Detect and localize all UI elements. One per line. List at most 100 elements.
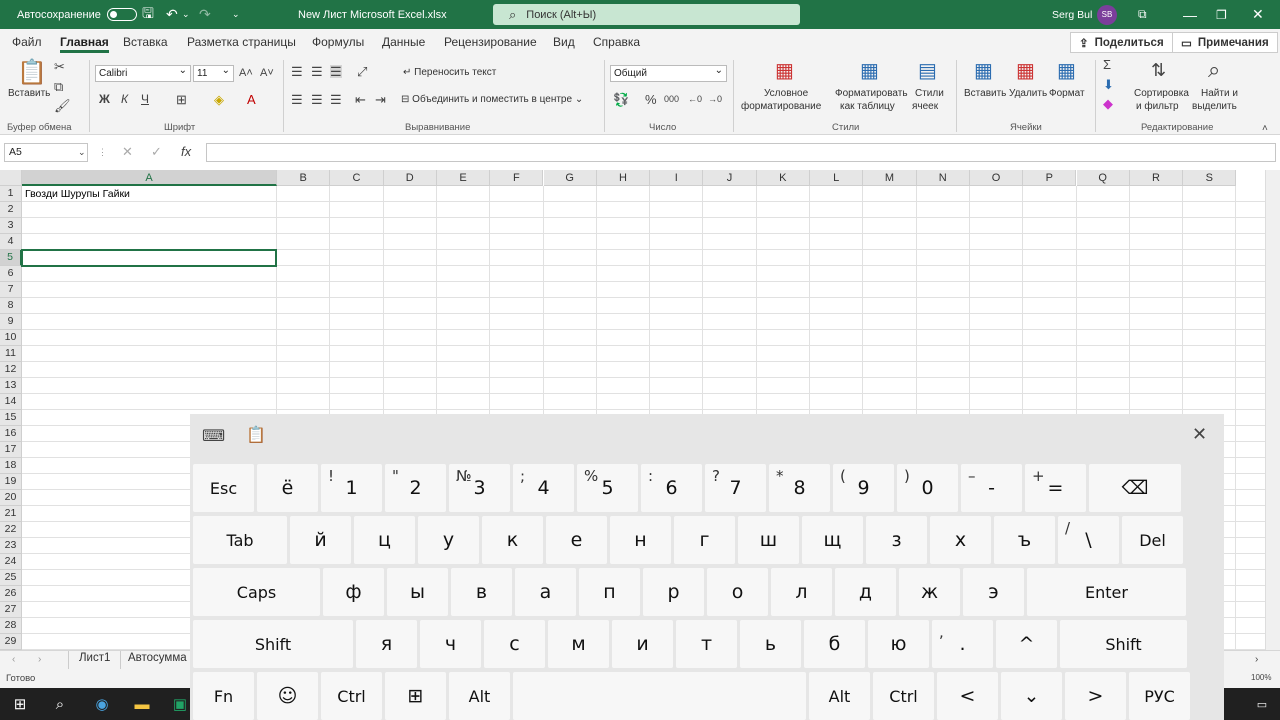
key-alt[interactable]: Alt xyxy=(449,672,510,720)
increase-decimal-icon[interactable]: ←0 xyxy=(688,93,702,106)
row-header-1[interactable]: 1 xyxy=(0,186,22,202)
cell-a1[interactable]: Гвозди Шурупы Гайки xyxy=(25,188,130,200)
key-char[interactable]: ? 7 xyxy=(705,464,766,512)
key-char[interactable]: ж xyxy=(899,568,960,616)
key-char[interactable]: ы xyxy=(387,568,448,616)
column-header-d[interactable]: D xyxy=(383,170,437,186)
name-box-dropdown-icon[interactable]: ⌄ xyxy=(78,146,86,159)
copy-icon[interactable]: ⧉ xyxy=(54,80,63,93)
ribbon-display-icon[interactable]: ⧉ xyxy=(1138,0,1147,29)
browser-icon[interactable]: ◉ xyxy=(86,692,118,716)
row-header-11[interactable]: 11 xyxy=(0,346,22,362)
key-char[interactable]: – - xyxy=(961,464,1022,512)
key-char[interactable]: р xyxy=(643,568,704,616)
minimize-icon[interactable]: — xyxy=(1183,0,1197,29)
find-select-label-2[interactable]: выделить xyxy=(1192,101,1237,112)
column-header-c[interactable]: C xyxy=(330,170,384,186)
insert-cells-icon[interactable]: ▦ xyxy=(974,61,993,81)
bold-button[interactable]: Ж xyxy=(99,93,110,106)
find-select-label-1[interactable]: Найти и xyxy=(1201,88,1238,99)
key-char[interactable]: ш xyxy=(738,516,799,564)
key-char[interactable]: + = xyxy=(1025,464,1086,512)
conditional-formatting-icon[interactable]: ▦ xyxy=(775,61,794,81)
number-format-select[interactable]: Общий xyxy=(610,63,727,82)
row-header-3[interactable]: 3 xyxy=(0,218,22,234)
key-char[interactable]: :6 xyxy=(641,464,702,512)
tab-insert[interactable]: Вставка xyxy=(123,29,168,55)
key-char[interactable]: % 5 xyxy=(577,464,638,512)
column-header-o[interactable]: O xyxy=(969,170,1024,186)
sort-filter-label-1[interactable]: Сортировка xyxy=(1134,88,1189,99)
row-header-13[interactable]: 13 xyxy=(0,378,22,394)
row-header-25[interactable]: 25 xyxy=(0,570,22,586)
merge-center-button[interactable]: ⊟ Объединить и поместить в центре ⌄ xyxy=(401,94,583,105)
cell-styles-label-2[interactable]: ячеек xyxy=(912,101,938,112)
fill-icon[interactable]: ⬇ xyxy=(1103,78,1114,91)
windows-start-icon[interactable]: ⊞ xyxy=(4,692,36,716)
column-header-f[interactable]: F xyxy=(490,170,544,186)
row-header-5[interactable]: 5 xyxy=(0,250,22,266)
key-char[interactable]: № 3 xyxy=(449,464,510,512)
key-char[interactable]: н xyxy=(610,516,671,564)
key-char[interactable]: ; 4 xyxy=(513,464,574,512)
key-char[interactable]: ! 1 xyxy=(321,464,382,512)
key-char[interactable]: ⌄ xyxy=(1001,672,1062,720)
column-header-e[interactable]: E xyxy=(436,170,491,186)
row-header-9[interactable]: 9 xyxy=(0,314,22,330)
insert-function-icon[interactable]: fx xyxy=(181,145,191,158)
align-right-icon[interactable]: ☰ xyxy=(330,93,342,106)
key-char[interactable]: в xyxy=(451,568,512,616)
row-header-21[interactable]: 21 xyxy=(0,506,22,522)
tab-page-layout[interactable]: Разметка страницы xyxy=(187,29,296,55)
key-tab[interactable]: Tab xyxy=(193,516,287,564)
tab-formulas[interactable]: Формулы xyxy=(312,29,364,55)
tab-view[interactable]: Вид xyxy=(553,29,575,55)
decrease-decimal-icon[interactable]: →0 xyxy=(708,93,722,106)
key-char[interactable]: ^ xyxy=(996,620,1057,668)
key-char[interactable]: б xyxy=(804,620,865,668)
customize-quick-access-icon[interactable]: ⌄ xyxy=(232,0,240,29)
align-center-icon[interactable]: ☰ xyxy=(311,93,323,106)
row-header-15[interactable]: 15 xyxy=(0,410,22,426)
name-box[interactable]: A5 xyxy=(4,143,88,162)
accounting-format-icon[interactable]: 💱 xyxy=(613,93,629,106)
row-header-16[interactable]: 16 xyxy=(0,426,22,442)
autosave-toggle[interactable] xyxy=(106,8,137,21)
redo-icon[interactable]: ↷ xyxy=(199,0,211,29)
font-color-icon[interactable]: A xyxy=(247,93,256,106)
key-char[interactable]: ё xyxy=(257,464,318,512)
conditional-formatting-label-2[interactable]: форматирование xyxy=(741,101,821,112)
paste-icon[interactable]: 📋 xyxy=(17,61,47,85)
key-char[interactable]: п xyxy=(579,568,640,616)
key-space[interactable] xyxy=(513,672,806,720)
key-enter[interactable]: Enter xyxy=(1027,568,1186,616)
key-char[interactable]: о xyxy=(707,568,768,616)
key-char[interactable]: м xyxy=(548,620,609,668)
key-char[interactable]: э xyxy=(963,568,1024,616)
clipboard-icon[interactable]: 📋 xyxy=(246,428,266,444)
column-header-p[interactable]: P xyxy=(1023,170,1077,186)
file-explorer-icon[interactable]: ▬ xyxy=(126,692,158,716)
column-header-r[interactable]: R xyxy=(1129,170,1184,186)
increase-font-icon[interactable]: A˄ xyxy=(239,67,253,80)
delete-cells-label[interactable]: Удалить xyxy=(1009,88,1047,99)
close-window-icon[interactable]: ✕ xyxy=(1252,0,1264,29)
autosum-icon[interactable]: Σ xyxy=(1103,58,1111,71)
key-char[interactable]: з xyxy=(866,516,927,564)
row-header-28[interactable]: 28 xyxy=(0,618,22,634)
close-keyboard-icon[interactable]: ✕ xyxy=(1192,425,1207,443)
key-char[interactable]: ь xyxy=(740,620,801,668)
font-name-select[interactable]: Calibri xyxy=(95,63,191,82)
key-char[interactable]: / \ xyxy=(1058,516,1119,564)
keyboard-settings-icon[interactable]: ⌨ xyxy=(202,429,225,445)
key-ctrl[interactable]: Ctrl xyxy=(873,672,934,720)
italic-button[interactable]: К xyxy=(121,93,128,106)
key-char[interactable]: ⌫ xyxy=(1089,464,1181,512)
zoom-level[interactable]: 100% xyxy=(1251,673,1271,682)
key-char[interactable]: (9 xyxy=(833,464,894,512)
decrease-font-icon[interactable]: A˅ xyxy=(260,67,274,80)
key-shift[interactable]: Shift xyxy=(193,620,353,668)
key-char[interactable]: > xyxy=(1065,672,1126,720)
autosave-control[interactable]: Автосохранение xyxy=(17,0,137,29)
row-header-6[interactable]: 6 xyxy=(0,266,22,282)
